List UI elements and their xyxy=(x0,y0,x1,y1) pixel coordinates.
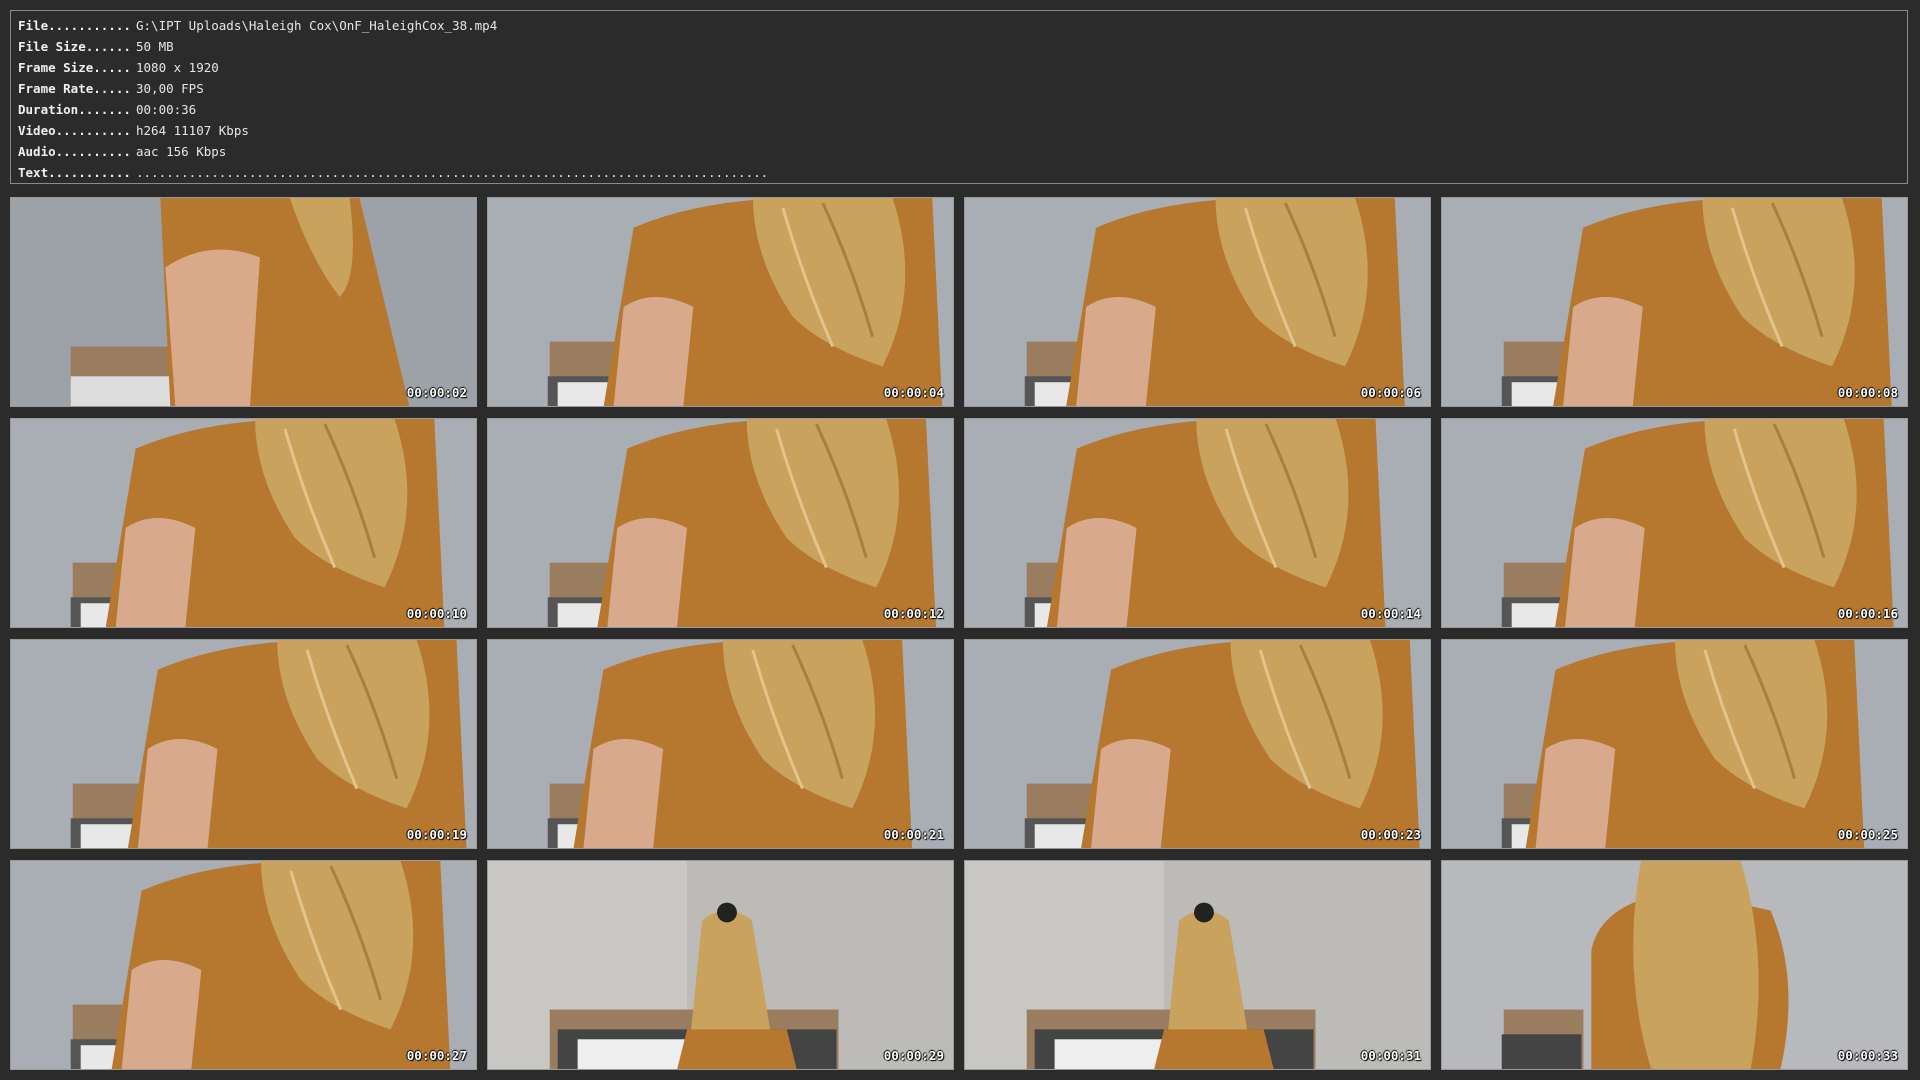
frame-thumbnail: 00:00:16 xyxy=(1441,418,1908,628)
info-row: Frame Rate..... 30,00 FPS xyxy=(18,78,1907,99)
frame-image xyxy=(1442,419,1907,627)
frame-image xyxy=(488,198,953,406)
frame-timestamp: 00:00:02 xyxy=(406,385,467,400)
frame-thumbnail: 00:00:04 xyxy=(487,197,954,407)
frame-timestamp: 00:00:29 xyxy=(883,1048,944,1063)
contact-sheet: File........... G:\IPT Uploads\Haleigh Co… xyxy=(0,0,1920,1080)
frame-image xyxy=(488,419,953,627)
info-row: Text....................................… xyxy=(18,162,1907,183)
info-key: File........... xyxy=(18,18,131,33)
frame-image xyxy=(11,198,476,406)
frame-thumbnail: 00:00:06 xyxy=(964,197,1431,407)
frame-thumbnail: 00:00:19 xyxy=(10,639,477,849)
frame-thumbnail: 00:00:21 xyxy=(487,639,954,849)
frame-timestamp: 00:00:33 xyxy=(1837,1048,1898,1063)
info-key: Frame Rate..... xyxy=(18,81,131,96)
info-value: 1080 x 1920 xyxy=(136,60,219,75)
frame-timestamp: 00:00:19 xyxy=(406,827,467,842)
frame-timestamp: 00:00:31 xyxy=(1360,1048,1421,1063)
frame-timestamp: 00:00:04 xyxy=(883,385,944,400)
frame-image xyxy=(11,861,476,1069)
frame-image xyxy=(1442,861,1907,1069)
frame-thumbnail: 00:00:33 xyxy=(1441,860,1908,1070)
info-key: Text........... xyxy=(18,165,131,180)
info-value: 50 MB xyxy=(136,39,174,54)
info-key: Frame Size..... xyxy=(18,60,131,75)
frame-timestamp: 00:00:10 xyxy=(406,606,467,621)
frame-image xyxy=(965,419,1430,627)
info-key: Video.......... xyxy=(18,123,131,138)
frame-timestamp: 00:00:12 xyxy=(883,606,944,621)
frame-image xyxy=(488,640,953,848)
frame-thumbnail: 00:00:02 xyxy=(10,197,477,407)
frame-image xyxy=(965,861,1430,1069)
frame-thumbnail: 00:00:23 xyxy=(964,639,1431,849)
info-key: Audio.......... xyxy=(18,144,131,159)
frame-timestamp: 00:00:21 xyxy=(883,827,944,842)
frame-timestamp: 00:00:16 xyxy=(1837,606,1898,621)
info-row: Duration....... 00:00:36 xyxy=(18,99,1907,120)
frame-image xyxy=(965,640,1430,848)
info-value: G:\IPT Uploads\Haleigh Cox\OnF_HaleighCo… xyxy=(136,18,498,33)
frame-image xyxy=(11,419,476,627)
frame-timestamp: 00:00:23 xyxy=(1360,827,1421,842)
info-value: ........................................… xyxy=(136,165,769,180)
frame-thumbnail: 00:00:08 xyxy=(1441,197,1908,407)
info-row: Video.......... h264 11107 Kbps xyxy=(18,120,1907,141)
frame-image xyxy=(11,640,476,848)
frame-timestamp: 00:00:06 xyxy=(1360,385,1421,400)
frame-thumbnail: 00:00:31 xyxy=(964,860,1431,1070)
info-value: h264 11107 Kbps xyxy=(136,123,249,138)
frame-thumbnail: 00:00:25 xyxy=(1441,639,1908,849)
info-value: aac 156 Kbps xyxy=(136,144,227,159)
frame-timestamp: 00:00:08 xyxy=(1837,385,1898,400)
info-key: Duration....... xyxy=(18,102,131,117)
thumbnail-grid: 00:00:02 00:00:04 00:00:06 00:00:08 00:00:10… xyxy=(10,197,1910,1070)
info-key: File Size...... xyxy=(18,39,131,54)
frame-image xyxy=(1442,198,1907,406)
info-row: Audio.......... aac 156 Kbps xyxy=(18,141,1907,162)
info-row: File........... G:\IPT Uploads\Haleigh Co… xyxy=(18,15,1907,36)
info-row: Frame Size..... 1080 x 1920 xyxy=(18,57,1907,78)
info-row: File Size...... 50 MB xyxy=(18,36,1907,57)
info-value: 00:00:36 xyxy=(136,102,197,117)
frame-image xyxy=(488,861,953,1069)
frame-thumbnail: 00:00:29 xyxy=(487,860,954,1070)
frame-thumbnail: 00:00:14 xyxy=(964,418,1431,628)
frame-timestamp: 00:00:25 xyxy=(1837,827,1898,842)
frame-timestamp: 00:00:27 xyxy=(406,1048,467,1063)
media-info-panel: File........... G:\IPT Uploads\Haleigh Co… xyxy=(10,10,1908,184)
frame-thumbnail: 00:00:27 xyxy=(10,860,477,1070)
frame-image xyxy=(1442,640,1907,848)
frame-timestamp: 00:00:14 xyxy=(1360,606,1421,621)
frame-image xyxy=(965,198,1430,406)
frame-thumbnail: 00:00:12 xyxy=(487,418,954,628)
frame-thumbnail: 00:00:10 xyxy=(10,418,477,628)
info-value: 30,00 FPS xyxy=(136,81,204,96)
